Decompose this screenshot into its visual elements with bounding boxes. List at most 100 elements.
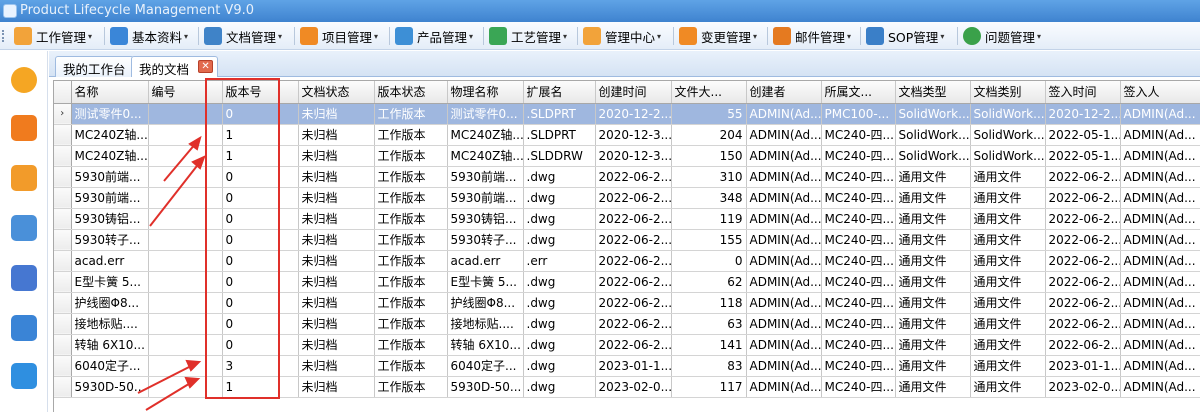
box-icon bbox=[395, 27, 413, 45]
table-row[interactable]: 5930铸铝... 0 未归档 工作版本 5930铸铝... .dwg 2022-06-2.… bbox=[54, 208, 1200, 230]
table-cell: SolidWork... bbox=[970, 103, 1046, 125]
table-cell: SolidWork... bbox=[970, 124, 1046, 146]
table-cell: 2022-06-2... bbox=[595, 271, 672, 293]
column-header[interactable]: 文档状态 bbox=[298, 81, 375, 104]
table-row[interactable]: 5930转子... 0 未归档 工作版本 5930转子... .dwg 2022-06-2.… bbox=[54, 229, 1200, 251]
chevron-down-icon: ▾ bbox=[940, 31, 945, 41]
column-header[interactable]: 文件大... bbox=[671, 81, 747, 104]
document-manage-icon[interactable] bbox=[11, 115, 37, 141]
column-header[interactable]: 签入时间 bbox=[1045, 81, 1121, 104]
table-cell: 5930铸铝... bbox=[447, 208, 524, 230]
table-cell: 5930转子... bbox=[447, 229, 524, 251]
row-indicator[interactable] bbox=[54, 187, 72, 209]
table-row[interactable]: 5930前端... 0 未归档 工作版本 5930前端... .dwg 2022-06-2.… bbox=[54, 187, 1200, 209]
column-header[interactable]: 创建者 bbox=[746, 81, 822, 104]
toolbar-grip[interactable] bbox=[2, 30, 6, 42]
column-header[interactable]: 文档类型 bbox=[895, 81, 971, 104]
menu-4[interactable]: 产品管理 ▾ bbox=[395, 25, 473, 47]
column-header[interactable]: 文档类别 bbox=[970, 81, 1046, 104]
menu-1[interactable]: 基本资料 ▾ bbox=[110, 25, 188, 47]
menu-7[interactable]: 变更管理 ▾ bbox=[679, 25, 757, 47]
table-cell: 工作版本 bbox=[374, 208, 448, 230]
table-cell: 通用文件 bbox=[895, 334, 971, 356]
menu-6[interactable]: 管理中心 ▾ bbox=[583, 25, 661, 47]
row-indicator[interactable] bbox=[54, 334, 72, 356]
table-cell: 2022-06-2... bbox=[1045, 313, 1121, 335]
column-header[interactable]: 版本号 bbox=[222, 81, 299, 104]
row-indicator[interactable] bbox=[54, 229, 72, 251]
table-cell: 转轴 6X10... bbox=[447, 334, 524, 356]
table-row[interactable]: MC240Z轴... 1 未归档 工作版本 MC240Z轴... .SLDDRW 2020-… bbox=[54, 145, 1200, 167]
table-row[interactable]: MC240Z轴... 1 未归档 工作版本 MC240Z轴... .SLDPRT 2020-… bbox=[54, 124, 1200, 146]
row-indicator[interactable] bbox=[54, 355, 72, 377]
table-row[interactable]: acad.err 0 未归档 工作版本 acad.err .err 2022-06-2...… bbox=[54, 250, 1200, 272]
table-cell: 未归档 bbox=[298, 313, 375, 335]
menu-0[interactable]: 工作管理 ▾ bbox=[14, 25, 92, 47]
table-row[interactable]: 6040定子... 3 未归档 工作版本 6040定子... .dwg 2023-01-1.… bbox=[54, 355, 1200, 377]
column-header[interactable]: 扩展名 bbox=[523, 81, 596, 104]
table-row[interactable]: 转轴 6X10... 0 未归档 工作版本 转轴 6X10... .dwg 2022-06-… bbox=[54, 334, 1200, 356]
table-cell: 2022-06-2... bbox=[1045, 166, 1121, 188]
menu-10[interactable]: 问题管理 ▾ bbox=[963, 25, 1041, 47]
column-header[interactable]: 创建时间 bbox=[595, 81, 672, 104]
menu-2[interactable]: 文档管理 ▾ bbox=[204, 25, 282, 47]
table-cell: 1 bbox=[222, 145, 299, 167]
app-title: Product Lifecycle Management V9.0 bbox=[20, 3, 254, 18]
table-cell: .SLDPRT bbox=[523, 103, 596, 125]
table-cell: 2022-06-2... bbox=[1045, 250, 1121, 272]
table-row[interactable]: › 测试零件0... 0 未归档 工作版本 测试零件0... .SLDPRT 2020-12-… bbox=[54, 103, 1200, 125]
table-row[interactable]: 5930D-50... 1 未归档 工作版本 5930D-50... .dwg 2023-0… bbox=[54, 376, 1200, 398]
table-cell: 2020-12-3... bbox=[595, 145, 672, 167]
row-indicator[interactable] bbox=[54, 250, 72, 272]
table-cell: 5930D-50... bbox=[71, 376, 149, 398]
column-header[interactable]: 所属文... bbox=[821, 81, 896, 104]
left-shortcut-bar bbox=[0, 51, 48, 412]
close-icon[interactable]: ✕ bbox=[198, 60, 214, 73]
list-icon[interactable] bbox=[11, 363, 37, 389]
column-header[interactable]: 签入人 bbox=[1120, 81, 1200, 104]
book-icon[interactable] bbox=[11, 265, 37, 291]
contact-card-icon[interactable] bbox=[11, 165, 37, 191]
table-cell: 2020-12-2... bbox=[1045, 103, 1121, 125]
bag-icon[interactable] bbox=[11, 315, 37, 341]
folder-icon bbox=[204, 27, 222, 45]
menu-8[interactable]: 邮件管理 ▾ bbox=[773, 25, 851, 47]
tab-my-documents[interactable]: 我的文档 ✕ bbox=[131, 56, 219, 77]
tab-home[interactable]: 我的工作台 bbox=[55, 56, 134, 77]
table-cell: 0 bbox=[222, 334, 299, 356]
menu-3[interactable]: 项目管理 ▾ bbox=[300, 25, 378, 47]
table-row[interactable]: 5930前端... 0 未归档 工作版本 5930前端... .dwg 2022-06-2.… bbox=[54, 166, 1200, 188]
table-cell: 未归档 bbox=[298, 250, 375, 272]
table-cell: 0 bbox=[222, 250, 299, 272]
row-indicator[interactable] bbox=[54, 124, 72, 146]
document-icon bbox=[110, 27, 128, 45]
column-header[interactable]: 编号 bbox=[148, 81, 223, 104]
row-indicator[interactable] bbox=[54, 292, 72, 314]
row-indicator[interactable] bbox=[54, 313, 72, 335]
table-cell: 141 bbox=[671, 334, 747, 356]
table-cell: ADMIN(Ad... bbox=[1120, 166, 1200, 188]
table-cell: 2022-06-2... bbox=[1045, 292, 1121, 314]
table-cell: MC240Z轴... bbox=[447, 145, 524, 167]
menu-5[interactable]: 工艺管理 ▾ bbox=[489, 25, 567, 47]
row-indicator[interactable] bbox=[54, 166, 72, 188]
column-header[interactable]: 物理名称 bbox=[447, 81, 524, 104]
change-icon bbox=[679, 27, 697, 45]
row-indicator[interactable] bbox=[54, 208, 72, 230]
table-row[interactable]: 护线圈Φ8... 0 未归档 工作版本 护线圈Φ8... .dwg 2022-06-2...… bbox=[54, 292, 1200, 314]
row-indicator[interactable] bbox=[54, 271, 72, 293]
table-row[interactable]: E型卡簧 5... 0 未归档 工作版本 E型卡簧 5... .dwg 2022-06-2.… bbox=[54, 271, 1200, 293]
menu-9[interactable]: SOP管理 ▾ bbox=[866, 25, 944, 47]
row-indicator[interactable]: › bbox=[54, 103, 72, 125]
column-header[interactable]: 版本状态 bbox=[374, 81, 448, 104]
row-indicator[interactable] bbox=[54, 145, 72, 167]
table-cell: 0 bbox=[222, 103, 299, 125]
table-cell: PMC100-... bbox=[821, 103, 896, 125]
table-row[interactable]: 接地标贴.... 0 未归档 工作版本 接地标贴.... .dwg 2022-06-2...… bbox=[54, 313, 1200, 335]
table-cell: 2022-06-2... bbox=[595, 208, 672, 230]
chart-icon[interactable] bbox=[11, 215, 37, 241]
row-indicator[interactable] bbox=[54, 376, 72, 398]
key-icon[interactable] bbox=[11, 67, 37, 93]
table-cell: ADMIN(Ad... bbox=[746, 334, 822, 356]
column-header[interactable]: 名称 bbox=[71, 81, 149, 104]
